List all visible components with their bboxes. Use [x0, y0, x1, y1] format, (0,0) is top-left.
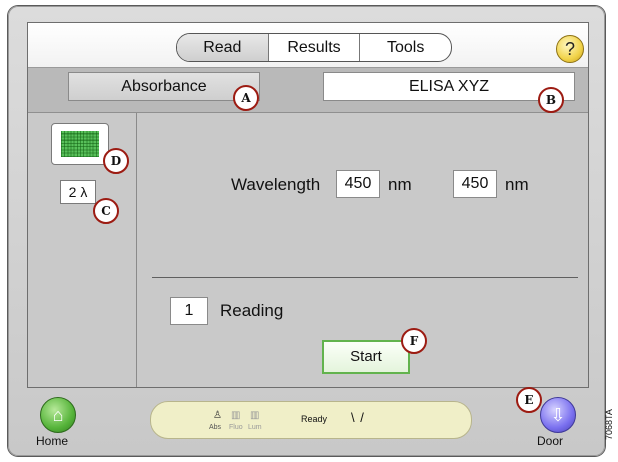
callout-e: E — [516, 387, 542, 413]
divider — [152, 277, 578, 278]
wavelength-2-unit: nm — [505, 175, 529, 194]
callout-b: B — [538, 87, 564, 113]
figure-code: 7068TA — [604, 409, 614, 441]
callout-a: A — [233, 85, 259, 111]
plate-icon — [61, 131, 99, 157]
reader-arms-icon: \ / — [351, 410, 365, 425]
wavelength-2-input[interactable]: 450 — [453, 170, 497, 198]
callout-c: C — [93, 198, 119, 224]
help-icon[interactable]: ? — [556, 35, 584, 63]
main-tabs: Read Results Tools — [176, 33, 452, 62]
reading-label: Reading — [220, 301, 284, 320]
bottom-bar: ⌂ Home ♙ Abs ▥ Fluo ▥ Lum Ready \ / ⇩ Do… — [27, 387, 587, 451]
absorbance-icon: ♙ — [213, 410, 222, 421]
fluo-label: Fluo — [229, 424, 243, 431]
callout-f: F — [401, 328, 427, 354]
fluorescence-icon: ▥ — [231, 410, 241, 421]
tab-results[interactable]: Results — [267, 34, 360, 61]
wavelength-1-unit: nm — [388, 175, 412, 194]
tab-tools[interactable]: Tools — [359, 34, 451, 61]
device-screen: Read Results Tools ? Absorbance ELISA XY… — [27, 22, 589, 388]
door-icon[interactable]: ⇩ — [540, 397, 576, 433]
wavelength-1-input[interactable]: 450 — [336, 170, 380, 198]
top-bar: Read Results Tools ? — [28, 23, 588, 68]
lum-label: Lum — [248, 424, 262, 431]
abs-label: Abs — [209, 424, 222, 431]
plate-button[interactable] — [51, 123, 109, 165]
start-button[interactable]: Start — [322, 340, 410, 374]
home-icon[interactable]: ⌂ — [40, 397, 76, 433]
home-label[interactable]: Home — [36, 434, 68, 448]
status-text: Ready — [301, 414, 328, 424]
protocol-name-field[interactable]: ELISA XYZ — [323, 72, 575, 101]
measurement-type-field[interactable]: Absorbance — [68, 72, 260, 101]
wavelength-label: Wavelength — [231, 175, 321, 194]
callout-d: D — [103, 148, 129, 174]
wavelength-count-button[interactable]: 2 λ — [60, 180, 96, 204]
tab-read[interactable]: Read — [177, 34, 268, 61]
status-pill: ♙ Abs ▥ Fluo ▥ Lum Ready \ / — [150, 401, 472, 439]
reading-count-input[interactable]: 1 — [170, 297, 208, 325]
door-label[interactable]: Door — [537, 434, 563, 448]
luminescence-icon: ▥ — [250, 410, 260, 421]
